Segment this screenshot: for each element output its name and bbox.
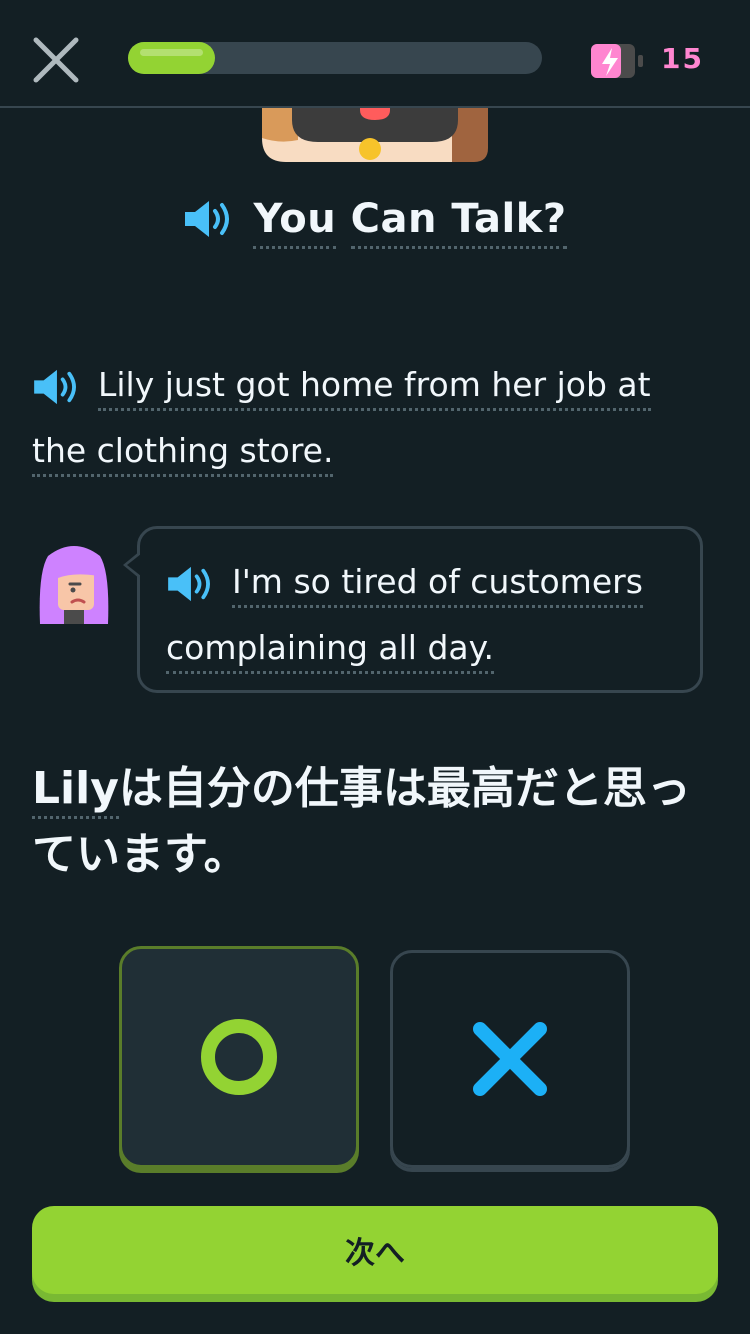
question-text: Lilyは自分の仕事は最高だと思っています。 bbox=[32, 756, 722, 888]
speech-bubble-tail bbox=[123, 551, 141, 579]
title-word[interactable]: Can Talk? bbox=[350, 196, 567, 249]
lesson-progress-bar bbox=[128, 42, 542, 74]
speech-bubble: I'm so tired of customers complaining al… bbox=[123, 526, 703, 693]
bubble-line[interactable]: I'm so tired of customers bbox=[232, 562, 643, 608]
top-bar: 15 bbox=[0, 0, 750, 108]
question-statement: は自分の仕事は最高だと思っています。 bbox=[32, 763, 691, 880]
title-word[interactable]: You bbox=[253, 196, 337, 249]
question-name[interactable]: Lily bbox=[32, 763, 119, 819]
bubble-line[interactable]: complaining all day. bbox=[166, 628, 494, 674]
circle-icon bbox=[201, 1019, 277, 1095]
lesson-progress-fill bbox=[128, 42, 215, 74]
speaker-icon[interactable] bbox=[32, 368, 80, 406]
mascot-image bbox=[262, 108, 488, 162]
lily-avatar bbox=[39, 546, 109, 624]
close-icon[interactable] bbox=[28, 32, 84, 88]
next-button[interactable]: 次へ bbox=[32, 1206, 718, 1294]
narration-line[interactable]: the clothing store. bbox=[32, 431, 334, 477]
speaker-icon[interactable] bbox=[183, 199, 233, 239]
cross-icon bbox=[473, 1022, 547, 1096]
false-choice-button[interactable] bbox=[390, 950, 630, 1168]
story-title-text: You Can Talk? bbox=[253, 196, 567, 249]
story-title: You Can Talk? bbox=[0, 196, 750, 249]
bubble-text: I'm so tired of customers complaining al… bbox=[166, 549, 674, 681]
energy-battery-icon bbox=[591, 44, 643, 78]
speaker-icon[interactable] bbox=[166, 565, 214, 603]
true-choice-button[interactable] bbox=[119, 946, 359, 1168]
narration-line[interactable]: Lily just got home from her job at bbox=[98, 365, 651, 411]
energy-count: 15 bbox=[661, 42, 704, 75]
narration-text: Lily just got home from her job at the c… bbox=[32, 352, 722, 484]
